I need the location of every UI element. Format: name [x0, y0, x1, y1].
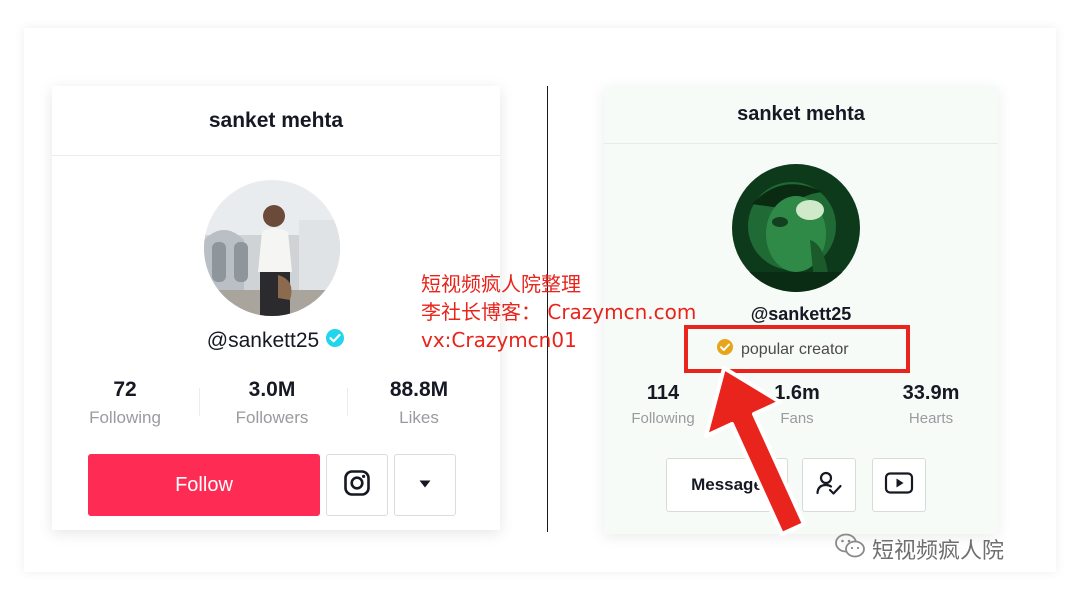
- overlay-line-2: 李社长博客： Crazymcn.com: [421, 300, 697, 324]
- stat-value: 33.9m: [902, 382, 960, 404]
- overlay-caption: 短视频疯人院整理 李社长博客： Crazymcn.com vx:Crazymcn…: [421, 270, 696, 354]
- stat-hearts[interactable]: 33.9m Hearts: [866, 382, 996, 427]
- stat-followers[interactable]: 3.0M Followers: [207, 378, 337, 428]
- wechat-icon: [834, 532, 866, 566]
- avatar-photo: [204, 180, 340, 316]
- stat-label: Hearts: [908, 410, 954, 427]
- avatar[interactable]: [732, 164, 860, 292]
- stat-value: 88.8M: [389, 378, 449, 401]
- stat-following[interactable]: 72 Following: [60, 378, 190, 428]
- annotation-arrow-icon: [704, 366, 806, 536]
- verified-icon: [325, 328, 345, 353]
- stat-label: Followers: [235, 408, 309, 427]
- youtube-button[interactable]: [872, 458, 926, 512]
- instagram-button[interactable]: [326, 454, 388, 516]
- avatar[interactable]: [204, 180, 340, 316]
- profile-name: sanket mehta: [208, 108, 344, 132]
- profile-handle: @sankett25: [206, 328, 320, 352]
- stat-value: 72: [113, 378, 137, 401]
- stat-label: Following: [89, 408, 161, 427]
- user-check-icon: [815, 469, 843, 502]
- follow-status-button[interactable]: [802, 458, 856, 512]
- stat-likes[interactable]: 88.8M Likes: [354, 378, 484, 428]
- wechat-watermark: 短视频疯人院: [834, 532, 1004, 566]
- overlay-line-3: vx:Crazymcn01: [421, 328, 577, 352]
- stat-divider: [199, 388, 200, 416]
- stat-label: Likes: [399, 408, 439, 427]
- youtube-icon: [884, 471, 914, 500]
- profile-name: sanket mehta: [737, 103, 865, 125]
- watermark-label: 短视频疯人院: [872, 539, 1005, 564]
- caret-down-icon: [418, 476, 432, 494]
- follow-button[interactable]: Follow: [88, 454, 320, 516]
- stat-value: 3.0M: [248, 378, 296, 401]
- profile-header: sanket mehta: [52, 86, 500, 156]
- more-options-button[interactable]: [394, 454, 456, 516]
- avatar-photo: [732, 164, 860, 292]
- profile-header: sanket mehta: [604, 86, 998, 144]
- stat-divider: [347, 388, 348, 416]
- overlay-line-1: 短视频疯人院整理: [421, 272, 581, 296]
- instagram-icon: [343, 469, 371, 502]
